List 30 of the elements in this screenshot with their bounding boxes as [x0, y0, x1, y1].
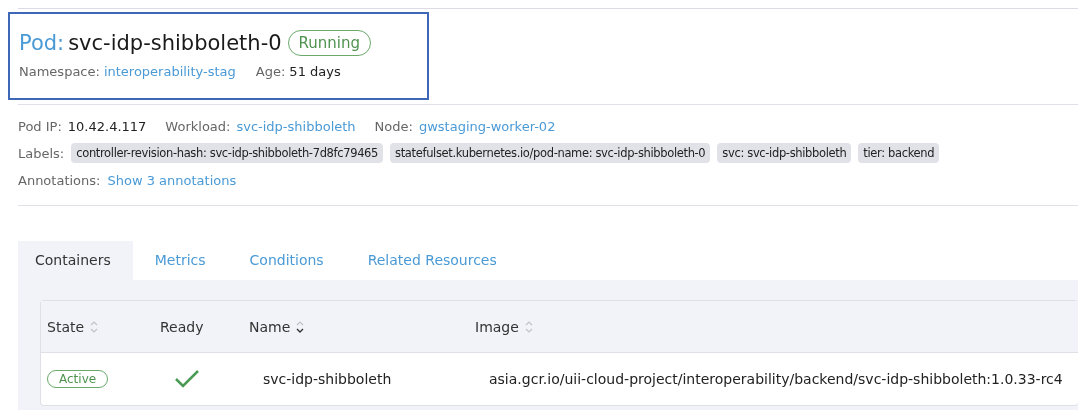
annotations-label: Annotations: [18, 172, 101, 188]
tab[interactable]: Containers [18, 241, 133, 280]
field-value: 10.42.4.117 [67, 118, 147, 134]
pod-name: svc-idp-shibboleth-0 [68, 31, 282, 55]
meta-label: Age: [255, 64, 286, 79]
label-tag: tier: backend [858, 143, 940, 163]
tab[interactable]: Conditions [227, 241, 346, 280]
field-label: Pod IP: [18, 118, 62, 134]
table-cell: svc-idp-shibboleth [263, 371, 392, 387]
meta-label: Namespace: [19, 64, 100, 79]
annotations-link[interactable]: Show 3 annotations [107, 172, 237, 188]
column-header[interactable]: Name [249, 318, 291, 335]
label-tag: controller-revision-hash: svc-idp-shibboleth-7d8fc79465 [71, 143, 384, 163]
meta-value: 51 days [289, 64, 341, 79]
table-cell: asia.gcr.io/uii-cloud-project/interoperability/backend/svc-idp-shibboleth:1.0.33-rc4 [489, 371, 1063, 387]
field-label: Workload: [165, 118, 231, 134]
field-link[interactable]: svc-idp-shibboleth [236, 118, 356, 134]
column-header[interactable]: Image [475, 318, 519, 335]
meta-link[interactable]: interoperability-stag [103, 64, 236, 79]
field-label: Node: [374, 118, 413, 134]
tab[interactable]: Metrics [132, 241, 228, 280]
column-header[interactable]: Ready [160, 318, 204, 335]
labels-label: Labels: [18, 145, 65, 161]
sort-icon[interactable] [296, 319, 305, 334]
label-tag: svc: svc-idp-shibboleth [717, 143, 852, 163]
column-header[interactable]: State [47, 318, 85, 335]
tab[interactable]: Related Resources [345, 241, 519, 280]
field-link[interactable]: gwstaging-worker-02 [418, 118, 556, 134]
label-tag: statefulset.kubernetes.io/pod-name: svc-idp-shibboleth-0 [390, 143, 711, 163]
resource-kind: Pod: [19, 31, 65, 55]
